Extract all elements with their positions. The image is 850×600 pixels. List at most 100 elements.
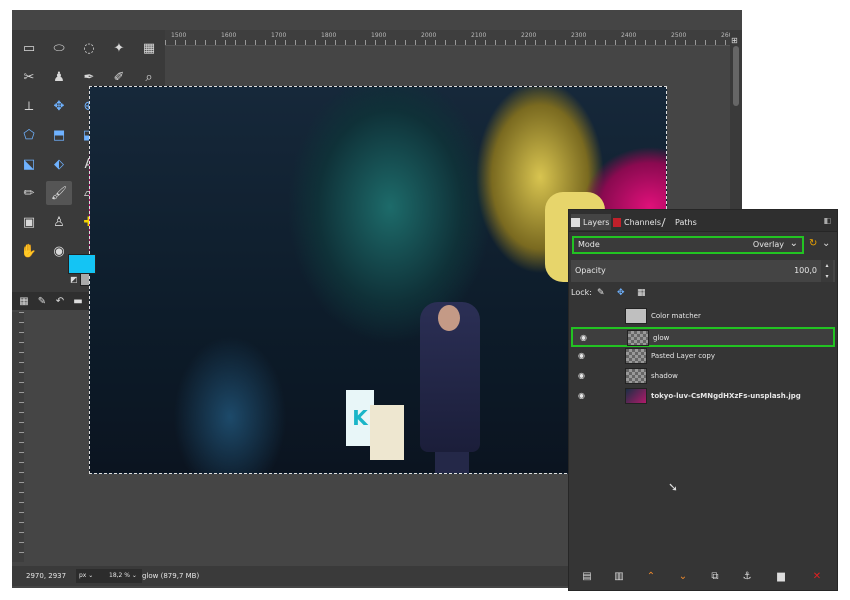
ruler-tick-label: 1600: [221, 32, 237, 39]
chevron-down-icon: ⌄: [789, 238, 798, 249]
images-tab-icon[interactable]: ▬: [70, 294, 86, 308]
new-layer-icon[interactable]: ▤: [579, 568, 595, 584]
foreground-select-icon[interactable]: ♟: [46, 65, 72, 89]
scrollbar-thumb[interactable]: [733, 46, 739, 106]
lock-position-icon[interactable]: ✥: [617, 288, 625, 298]
eye-icon[interactable]: ◉: [578, 371, 585, 380]
opacity-value: 100,0: [794, 266, 817, 275]
tab-channels[interactable]: Channels: [613, 214, 661, 230]
free-select-icon[interactable]: ◌: [76, 36, 102, 60]
ruler-tick-label: 2500: [671, 32, 687, 39]
ruler-tick-label: 1700: [271, 32, 287, 39]
layer-row[interactable]: ◉ tokyo-luv-CsMNgdHXzFs-unsplash.jpg: [571, 387, 835, 407]
eye-icon[interactable]: ◉: [578, 391, 585, 400]
undo-history-tab-icon[interactable]: ↶: [52, 294, 68, 308]
mouse-cursor-icon: ➘: [668, 480, 679, 494]
layer-row[interactable]: ◉ glow: [571, 327, 835, 347]
tool-options-tab-icon[interactable]: ▦: [16, 294, 32, 308]
ruler-tick-label: 2000: [421, 32, 437, 39]
anchor-layer-icon[interactable]: ⚓: [739, 568, 755, 584]
opacity-stepper[interactable]: ▴ ▾: [821, 260, 833, 282]
tab-channels-label: Channels: [623, 217, 661, 227]
mode-value: Overlay: [752, 240, 784, 249]
person-head: [438, 305, 460, 331]
paths-icon: [661, 217, 674, 227]
layer-name: glow: [653, 334, 670, 342]
paintbrush-icon[interactable]: 🖌: [46, 181, 72, 205]
tab-paths-label: Paths: [675, 217, 697, 227]
shear-icon[interactable]: ⬖: [46, 152, 72, 176]
navigate-icon[interactable]: ⊞: [731, 36, 738, 45]
pointer-coordinates: 2970, 2937: [26, 572, 67, 580]
chevron-down-icon[interactable]: ⌄: [822, 238, 830, 249]
scale-icon[interactable]: ⬕: [16, 152, 42, 176]
dock-menu-icon[interactable]: ◧: [823, 216, 831, 225]
vertical-ruler[interactable]: [12, 312, 24, 562]
horizontal-ruler[interactable]: 1500 1600 1700 1800 1900 2000 2100 2200 2300 2400…: [165, 30, 730, 46]
ruler-tick-label: 2100: [471, 32, 487, 39]
layer-thumbnail: [627, 330, 649, 346]
layers-icon: [571, 217, 580, 227]
layers-dock: Layers Channels Paths ◧ Mode Overlay ⌄ ↻…: [568, 209, 838, 591]
lock-row: Lock: ✎ ✥ ▦: [571, 288, 646, 302]
lock-alpha-icon[interactable]: ▦: [637, 288, 646, 298]
layers-button-bar: ▤ ▥ ⌃ ⌄ ⧉ ⚓ ▆ ✕: [569, 562, 837, 590]
statusbar: 2970, 2937 px ⌄ 18,2 % ⌄ glow (879,7 MB): [12, 566, 568, 586]
tab-paths[interactable]: Paths: [661, 214, 699, 230]
layer-name: tokyo-luv-CsMNgdHXzFs-unsplash.jpg: [651, 392, 801, 400]
foreground-color-swatch[interactable]: [68, 254, 96, 274]
clone-icon[interactable]: ♙: [46, 210, 72, 234]
zoom-value: 18,2 %: [109, 572, 130, 579]
layer-thumbnail: [625, 308, 647, 324]
new-layer-group-icon[interactable]: ▥: [611, 568, 627, 584]
ruler-tick-label: 1800: [321, 32, 337, 39]
color-select-icon[interactable]: ▦: [136, 36, 162, 60]
device-status-tab-icon[interactable]: ✎: [34, 294, 50, 308]
composite-mode-icon[interactable]: ↻: [809, 238, 817, 249]
lower-layer-icon[interactable]: ⌄: [675, 568, 691, 584]
unit-select[interactable]: px ⌄: [76, 569, 106, 583]
unit-value: px: [79, 572, 87, 579]
ruler-tick-label: 2300: [571, 32, 587, 39]
ruler-tick-label: 1500: [171, 32, 187, 39]
status-message: glow (879,7 MB): [142, 572, 200, 580]
tab-layers[interactable]: Layers: [571, 214, 611, 230]
ruler-tick-label: 1900: [371, 32, 387, 39]
unified-transform-icon[interactable]: ⬠: [16, 123, 42, 147]
layer-mode-select[interactable]: Mode Overlay ⌄: [572, 236, 804, 254]
ellipse-select-icon[interactable]: ⬭: [46, 36, 72, 60]
shop-sign: [370, 405, 404, 460]
mask-layer-icon[interactable]: ▆: [773, 568, 789, 584]
zoom-select[interactable]: 18,2 % ⌄: [106, 569, 142, 583]
layer-name: Pasted Layer copy: [651, 352, 716, 360]
opacity-spinbutton[interactable]: Opacity 100,0 ▴ ▾: [571, 260, 835, 282]
eye-icon[interactable]: ◉: [580, 333, 587, 342]
eye-icon[interactable]: ◉: [578, 351, 585, 360]
mypaint-brush-icon[interactable]: ▣: [16, 210, 42, 234]
layer-row[interactable]: ◉ shadow: [571, 367, 835, 387]
move-icon[interactable]: ✥: [46, 94, 72, 118]
ruler-tick-label: 2600: [721, 32, 730, 39]
ruler-tick-label: 2200: [521, 32, 537, 39]
measure-icon[interactable]: ⟂: [16, 94, 42, 118]
tab-layers-label: Layers: [583, 217, 610, 227]
layer-thumbnail: [625, 368, 647, 384]
layer-thumbnail: [625, 348, 647, 364]
rotate-icon[interactable]: ⬒: [46, 123, 72, 147]
fuzzy-select-icon[interactable]: ✦: [106, 36, 132, 60]
lock-pixels-icon[interactable]: ✎: [597, 288, 605, 298]
reset-colors-icon[interactable]: ◩: [70, 275, 78, 284]
layer-row[interactable]: ◉ Pasted Layer copy: [571, 347, 835, 367]
delete-layer-icon[interactable]: ✕: [809, 568, 825, 584]
layer-row[interactable]: Color matcher: [571, 307, 835, 327]
scissors-select-icon[interactable]: ✂: [16, 65, 42, 89]
mode-label: Mode: [578, 240, 600, 249]
rect-select-icon[interactable]: ▭: [16, 36, 42, 60]
pencil-icon[interactable]: ✏: [16, 181, 42, 205]
dock-tabs: Layers Channels Paths ◧: [569, 210, 837, 232]
ruler-tick-label: 2400: [621, 32, 637, 39]
raise-layer-icon[interactable]: ⌃: [643, 568, 659, 584]
duplicate-layer-icon[interactable]: ⧉: [707, 568, 723, 584]
layer-name: Color matcher: [651, 312, 701, 320]
smudge-icon[interactable]: ✋: [16, 239, 42, 263]
